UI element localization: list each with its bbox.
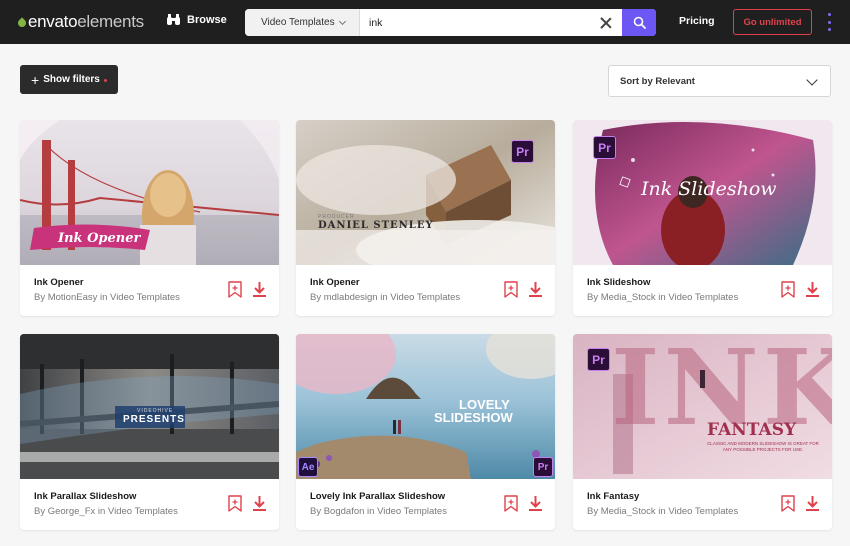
- item-thumbnail[interactable]: Ink Opener: [20, 120, 279, 265]
- thumbnail-caption-line2: SLIDESHOW: [434, 410, 513, 425]
- item-author[interactable]: By Media_Stock in Video Templates: [587, 506, 738, 517]
- pricing-link[interactable]: Pricing: [679, 15, 715, 27]
- sort-dropdown[interactable]: Sort by Relevant: [608, 65, 831, 97]
- item-card[interactable]: Ink Slideshow Pr Ink Slideshow By Media_…: [573, 120, 832, 316]
- thumbnail-caption: Ink Slideshow: [641, 178, 777, 200]
- search-bar: Video Templates: [245, 9, 656, 36]
- item-author[interactable]: By mdlabdesign in Video Templates: [310, 292, 460, 303]
- thumbnail-figure: [700, 370, 705, 388]
- search-input[interactable]: [369, 14, 589, 31]
- show-filters-label: Show filters: [43, 74, 100, 85]
- bookmark-add-icon[interactable]: [781, 281, 795, 298]
- download-icon[interactable]: [805, 495, 820, 512]
- more-menu-icon[interactable]: [826, 13, 832, 31]
- show-filters-button[interactable]: + Show filters: [20, 65, 118, 94]
- filter-indicator-dot: [103, 78, 107, 82]
- chevron-down-icon: [338, 17, 346, 25]
- item-thumbnail[interactable]: Ink Slideshow Pr: [573, 120, 832, 265]
- item-card[interactable]: Ink Opener Ink Opener By MotionEasy in V…: [20, 120, 279, 316]
- category-dropdown[interactable]: Video Templates: [245, 9, 360, 36]
- bookmark-add-icon[interactable]: [781, 495, 795, 512]
- item-author[interactable]: By Bogdafon in Video Templates: [310, 506, 447, 517]
- item-thumbnail[interactable]: PRODUCER DANIEL STENLEY Pr: [296, 120, 555, 265]
- item-card[interactable]: LOVELY SLIDESHOW Ae Pr Lovely Ink Parall…: [296, 334, 555, 530]
- item-card[interactable]: PRODUCER DANIEL STENLEY Pr Ink Opener By…: [296, 120, 555, 316]
- thumbnail-image: [296, 334, 555, 479]
- clear-search-icon[interactable]: [599, 16, 613, 30]
- item-title[interactable]: Ink Slideshow: [587, 277, 650, 288]
- thumbnail-subcaption: CLASSIC AND MODERN SLIDESHOW IS GREAT FO…: [707, 441, 819, 452]
- premiere-pro-badge: Pr: [533, 457, 553, 477]
- leaf-icon: [16, 17, 28, 29]
- category-dropdown-label: Video Templates: [261, 17, 335, 28]
- download-icon[interactable]: [528, 281, 543, 298]
- thumbnail-caption: FANTASY: [707, 420, 797, 440]
- item-title[interactable]: Ink Fantasy: [587, 491, 639, 502]
- binoculars-icon: [167, 14, 180, 25]
- item-title[interactable]: Ink Opener: [310, 277, 360, 288]
- go-unlimited-button[interactable]: Go unlimited: [733, 9, 812, 35]
- premiere-pro-badge: Pr: [593, 136, 616, 159]
- item-author[interactable]: By Media_Stock in Video Templates: [587, 292, 738, 303]
- item-title[interactable]: Lovely Ink Parallax Slideshow: [310, 491, 445, 502]
- bookmark-add-icon[interactable]: [228, 281, 242, 298]
- item-card[interactable]: INK FANTASY CLASSIC AND MODERN SLIDESHOW…: [573, 334, 832, 530]
- logo-text-secondary: elements: [77, 12, 144, 31]
- search-icon: [633, 16, 646, 29]
- premiere-pro-badge: Pr: [511, 140, 534, 163]
- browse-label: Browse: [187, 13, 227, 26]
- bookmark-add-icon[interactable]: [504, 281, 518, 298]
- download-icon[interactable]: [805, 281, 820, 298]
- logo-text-primary: envato: [28, 12, 78, 31]
- item-thumbnail[interactable]: LOVELY SLIDESHOW Ae Pr: [296, 334, 555, 479]
- browse-button[interactable]: Browse: [166, 13, 227, 26]
- after-effects-badge: Ae: [298, 457, 318, 477]
- top-navigation-bar: envato elements Browse Video Templates P…: [0, 0, 850, 44]
- envato-elements-logo[interactable]: envato elements: [16, 11, 144, 33]
- plus-icon: +: [31, 71, 40, 88]
- bookmark-add-icon[interactable]: [504, 495, 518, 512]
- item-title[interactable]: Ink Parallax Slideshow: [34, 491, 136, 502]
- download-icon[interactable]: [252, 495, 267, 512]
- item-author[interactable]: By George_Fx in Video Templates: [34, 506, 178, 517]
- download-icon[interactable]: [528, 495, 543, 512]
- item-thumbnail[interactable]: INK FANTASY CLASSIC AND MODERN SLIDESHOW…: [573, 334, 832, 479]
- item-card[interactable]: VIDEOHIVE PRESENTS Ink Parallax Slidesho…: [20, 334, 279, 530]
- chevron-down-icon: [806, 74, 818, 86]
- thumbnail-caption: DANIEL STENLEY: [318, 220, 434, 231]
- thumbnail-caption: Ink Opener: [58, 231, 141, 246]
- bookmark-add-icon[interactable]: [228, 495, 242, 512]
- thumbnail-caption: PRESENTS: [123, 414, 185, 425]
- sort-dropdown-label: Sort by Relevant: [620, 75, 695, 87]
- item-title[interactable]: Ink Opener: [34, 277, 84, 288]
- item-author[interactable]: By MotionEasy in Video Templates: [34, 292, 180, 303]
- item-thumbnail[interactable]: VIDEOHIVE PRESENTS: [20, 334, 279, 479]
- thumbnail-image: [20, 334, 279, 479]
- search-button[interactable]: [622, 9, 656, 36]
- download-icon[interactable]: [252, 281, 267, 298]
- premiere-pro-badge: Pr: [587, 348, 610, 371]
